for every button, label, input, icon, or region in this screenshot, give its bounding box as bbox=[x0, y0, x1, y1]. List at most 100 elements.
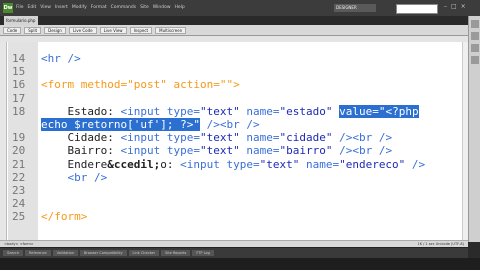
code-token: "<?php bbox=[378, 104, 419, 118]
code-button[interactable]: Code bbox=[3, 27, 22, 34]
document-tab[interactable]: formulario.php bbox=[4, 16, 38, 25]
code-token: <form bbox=[41, 78, 81, 92]
tag-selector[interactable]: <body> <form> bbox=[4, 242, 34, 246]
menu-item-edit[interactable]: Edit bbox=[28, 5, 37, 10]
code-token: <br /> bbox=[352, 131, 393, 145]
code-token: &ccedil; bbox=[107, 157, 161, 171]
design-button[interactable]: Design bbox=[44, 27, 66, 34]
assets-icon[interactable] bbox=[471, 56, 479, 64]
code-token: <br /> bbox=[41, 170, 108, 184]
code-line[interactable]: </form> bbox=[41, 210, 87, 223]
line-number: 17 bbox=[12, 91, 26, 105]
coding-toolbar bbox=[0, 42, 7, 240]
code-token: type= bbox=[166, 104, 200, 118]
panel-tab-ftp-log[interactable]: FTP Log bbox=[192, 250, 214, 256]
code-token: <input bbox=[180, 157, 227, 171]
code-token: type= bbox=[166, 131, 200, 145]
code-token: value= bbox=[339, 104, 379, 118]
line-number: 21 bbox=[12, 157, 26, 171]
code-line[interactable]: <br /> bbox=[41, 171, 107, 184]
panel-tab-validation[interactable]: Validation bbox=[52, 250, 78, 256]
code-token: <input bbox=[120, 144, 167, 158]
multiscreen-button[interactable]: Multiscreen bbox=[155, 27, 187, 34]
code-token: "endereco" bbox=[339, 157, 406, 171]
code-token: Cidade: bbox=[41, 131, 121, 145]
code-token: "text" bbox=[259, 157, 300, 171]
code-line[interactable]: echo $retorno['uf']; ?>" /><br /> bbox=[41, 118, 260, 131]
code-token: action= bbox=[166, 78, 220, 92]
code-token: "text" bbox=[199, 144, 240, 158]
line-number: 23 bbox=[12, 184, 26, 197]
line-number: 20 bbox=[12, 144, 26, 158]
panel-tab-browser-compatibility[interactable]: Browser Compatibility bbox=[79, 250, 127, 256]
workspace-switcher[interactable]: DESIGNER bbox=[334, 4, 376, 12]
window-controls[interactable]: –□× bbox=[444, 3, 470, 10]
code-token: /> bbox=[332, 131, 353, 145]
code-token: name= bbox=[239, 104, 280, 118]
menu-item-file[interactable]: File bbox=[16, 5, 24, 10]
css-styles-icon[interactable] bbox=[471, 32, 479, 40]
line-number: 25 bbox=[12, 210, 26, 224]
panel-dock bbox=[468, 16, 480, 242]
panel-tab-reference[interactable]: Reference bbox=[25, 250, 51, 256]
line-number: 24 bbox=[12, 197, 26, 211]
menu-item-window[interactable]: Window bbox=[153, 5, 171, 10]
code-token: method= bbox=[80, 78, 128, 92]
files-icon[interactable] bbox=[471, 44, 479, 52]
status-bar: <body> <form> 1K / 1 sec Unicode (UTF-8) bbox=[0, 240, 468, 247]
code-token: name= bbox=[239, 131, 280, 145]
line-number: 18 bbox=[12, 104, 26, 118]
code-token: type= bbox=[226, 157, 260, 171]
code-line[interactable]: <hr /> bbox=[41, 52, 81, 65]
code-token: ""> bbox=[219, 78, 240, 92]
menu-item-help[interactable]: Help bbox=[175, 5, 185, 10]
insert-icon[interactable] bbox=[471, 20, 479, 28]
live-code-button[interactable]: Live Code bbox=[68, 27, 97, 34]
menu-item-modify[interactable]: Modify bbox=[72, 5, 87, 10]
panel-tab-site-reports[interactable]: Site Reports bbox=[161, 250, 191, 256]
code-token: name= bbox=[239, 144, 280, 158]
code-token: "text" bbox=[199, 131, 240, 145]
code-token: Endere bbox=[41, 157, 108, 171]
os-taskbar bbox=[0, 258, 480, 270]
code-line[interactable]: <form method="post" action=""> bbox=[41, 78, 240, 91]
code-token: Bairro: bbox=[41, 144, 121, 158]
code-token: "text" bbox=[199, 104, 240, 118]
code-token: Estado: bbox=[41, 104, 121, 118]
panel-tab-link-checker[interactable]: Link Checker bbox=[128, 250, 160, 256]
code-token: <br /> bbox=[352, 144, 393, 158]
code-token: "estado" bbox=[279, 104, 333, 118]
code-token: "cidade" bbox=[279, 131, 333, 145]
line-number: 15 bbox=[12, 65, 26, 79]
status-info: 1K / 1 sec Unicode (UTF-8) bbox=[417, 242, 464, 246]
menu-item-format[interactable]: Format bbox=[91, 5, 107, 10]
code-token: name= bbox=[299, 157, 340, 171]
code-token: /> bbox=[199, 118, 220, 131]
app-logo: Dw bbox=[3, 3, 13, 13]
panel-tab-search[interactable]: Search bbox=[3, 250, 24, 256]
document-toolbar: Code Split Design Live Code Live View Inspect… bbox=[0, 25, 468, 36]
code-line[interactable]: Endere&ccedil;o: <input type="text" name… bbox=[41, 158, 425, 171]
search-input[interactable] bbox=[396, 4, 438, 14]
code-token: <br /> bbox=[219, 118, 260, 131]
code-token: /> bbox=[405, 157, 426, 171]
code-line[interactable]: Cidade: <input type="text" name="cidade"… bbox=[41, 131, 392, 144]
live-view-button[interactable]: Live View bbox=[99, 27, 127, 34]
code-token: <input bbox=[120, 131, 167, 145]
menu-item-view[interactable]: View bbox=[40, 5, 51, 10]
code-line[interactable]: Bairro: <input type="text" name="bairro"… bbox=[41, 144, 392, 157]
code-token: "bairro" bbox=[279, 144, 333, 158]
code-token: <input bbox=[120, 104, 167, 118]
code-token: type= bbox=[166, 144, 200, 158]
code-token: echo $retorno['uf']; ?>" bbox=[41, 118, 200, 131]
code-editor[interactable]: 14 <hr /> 15 16 <form method="post" action="… bbox=[0, 42, 468, 240]
line-number: 14 bbox=[12, 52, 26, 65]
menu-items: File Edit View Insert Modify Format Commands Si… bbox=[16, 5, 189, 10]
inspect-button[interactable]: Inspect bbox=[129, 27, 153, 34]
menu-item-commands[interactable]: Commands bbox=[111, 5, 136, 10]
menu-item-site[interactable]: Site bbox=[140, 5, 149, 10]
split-button[interactable]: Split bbox=[24, 27, 42, 34]
code-line[interactable]: Estado: <input type="text" name="estado"… bbox=[41, 104, 419, 118]
code-token: <hr /> bbox=[41, 52, 81, 65]
menu-item-insert[interactable]: Insert bbox=[55, 5, 68, 10]
